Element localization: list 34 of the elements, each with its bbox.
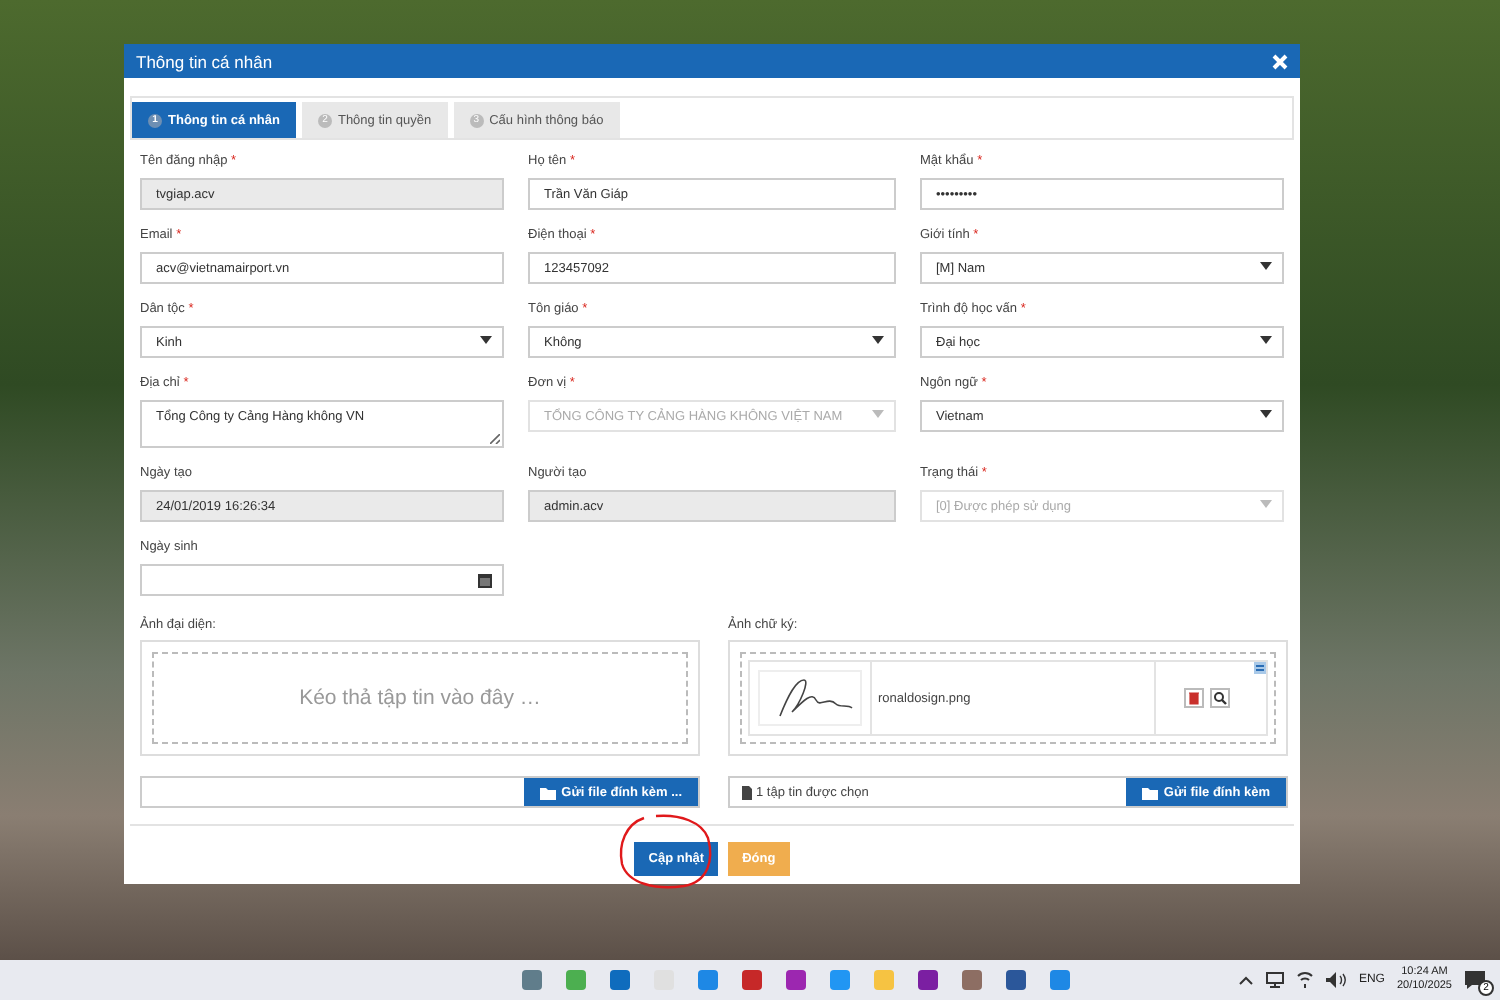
caret-icon	[1260, 262, 1272, 270]
notification-icon[interactable]	[1464, 970, 1486, 990]
app-icon[interactable]	[960, 968, 984, 992]
speaker-icon[interactable]	[1326, 972, 1347, 988]
caret-icon	[1260, 500, 1272, 508]
network-icon[interactable]	[1296, 972, 1315, 988]
caret-icon	[1260, 336, 1272, 344]
app-icon[interactable]	[740, 968, 764, 992]
dialog-title: Thông tin cá nhân	[136, 51, 273, 71]
close-icon[interactable]	[1272, 53, 1288, 69]
app-icon[interactable]	[784, 968, 808, 992]
app-icon[interactable]	[1048, 968, 1072, 992]
trash-icon[interactable]	[1184, 688, 1204, 708]
chevron-up-icon[interactable]	[1238, 974, 1255, 986]
resize-grip-icon	[490, 434, 500, 444]
app-icon[interactable]	[916, 968, 940, 992]
file-icon	[742, 785, 752, 799]
app-icon[interactable]	[608, 968, 632, 992]
caret-icon	[872, 410, 884, 418]
app-icon[interactable]	[696, 968, 720, 992]
app-icon[interactable]	[1004, 968, 1028, 992]
zoom-icon[interactable]	[1210, 688, 1230, 708]
grid-icon	[1254, 662, 1266, 674]
drop-zone-text: Kéo thả tập tin vào đây …	[299, 686, 541, 710]
monitor-icon[interactable]	[1266, 972, 1285, 988]
caret-icon	[872, 336, 884, 344]
caret-icon	[1260, 410, 1272, 418]
folder-icon	[1141, 785, 1160, 799]
app-icon[interactable]	[520, 968, 544, 992]
signature-drawing	[758, 670, 862, 726]
calendar-icon	[478, 574, 492, 588]
folder-icon	[539, 785, 558, 799]
caret-icon	[480, 336, 492, 344]
date-field[interactable]	[140, 564, 504, 596]
